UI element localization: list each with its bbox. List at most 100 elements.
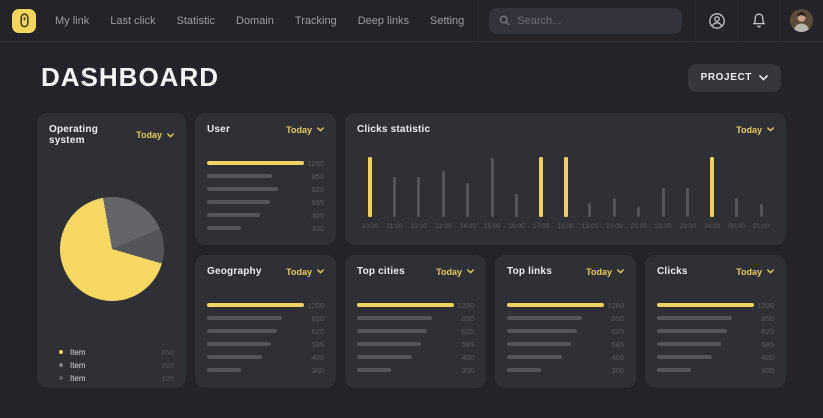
project-dropdown-button[interactable]: PROJECT <box>688 64 781 92</box>
bar <box>357 368 391 372</box>
bar <box>207 329 277 333</box>
bar-row: 850 <box>657 316 774 320</box>
app-logo[interactable] <box>12 9 36 33</box>
bar-row: 1200 <box>207 161 324 165</box>
vbar <box>637 207 640 217</box>
bar-track <box>207 355 304 359</box>
period-dropdown[interactable]: Today <box>586 267 624 277</box>
period-dropdown[interactable]: Today <box>136 130 174 140</box>
bar-track <box>657 368 754 372</box>
chevron-down-icon <box>467 269 474 274</box>
bar-track <box>207 174 304 178</box>
bar-value: 300 <box>454 366 474 375</box>
nav-item-last-click[interactable]: Last click <box>110 15 155 27</box>
period-label: Today <box>436 267 462 277</box>
bar <box>207 187 278 191</box>
time-label: 18:00 <box>554 223 578 230</box>
legend-label: Item <box>70 361 86 370</box>
bar-track <box>657 329 754 333</box>
search-icon <box>499 15 510 26</box>
card-title: Top cities <box>357 266 405 277</box>
time-label: 20:00 <box>602 223 626 230</box>
hbar-chart: 1200850620585400300 <box>357 303 474 372</box>
bar-value: 1200 <box>604 301 624 310</box>
bar <box>207 303 304 307</box>
profile-avatar-button[interactable] <box>780 0 823 42</box>
notifications-button[interactable] <box>738 0 779 42</box>
bar-track <box>507 368 604 372</box>
bar <box>207 200 270 204</box>
bar-row: 1200 <box>207 303 324 307</box>
bar-row: 300 <box>507 368 624 372</box>
bar-value: 300 <box>754 366 774 375</box>
bar <box>507 355 562 359</box>
nav-item-domain[interactable]: Domain <box>236 15 274 27</box>
bar <box>207 368 241 372</box>
vbar-column <box>529 155 553 217</box>
time-label: 24:00 <box>700 223 724 230</box>
vbar <box>760 204 763 217</box>
bar-track <box>357 303 454 307</box>
legend-dot <box>59 363 63 367</box>
bar-row: 620 <box>657 329 774 333</box>
vbar <box>564 157 568 217</box>
nav-item-setting[interactable]: Setting <box>430 15 464 27</box>
vbar-column <box>725 155 749 217</box>
period-dropdown[interactable]: Today <box>286 125 324 135</box>
search-input[interactable] <box>517 15 672 27</box>
vbar-column <box>627 155 651 217</box>
vbar <box>417 177 420 217</box>
bar-row: 300 <box>657 368 774 372</box>
bar <box>507 303 604 307</box>
bar-row: 300 <box>207 368 324 372</box>
bar-track <box>507 329 604 333</box>
legend-value: 205 <box>161 361 174 370</box>
vbar <box>588 203 591 217</box>
bar-row: 620 <box>207 329 324 333</box>
bar-row: 300 <box>357 368 474 372</box>
bar-value: 300 <box>304 366 324 375</box>
bar-value: 585 <box>304 198 324 207</box>
bar <box>207 213 260 217</box>
period-dropdown[interactable]: Today <box>436 267 474 277</box>
hbar-chart: 1200850620585400300 <box>507 303 624 372</box>
bar-track <box>657 355 754 359</box>
bar-value: 850 <box>454 314 474 323</box>
bar-track <box>207 303 304 307</box>
period-dropdown[interactable]: Today <box>736 125 774 135</box>
bar <box>207 342 271 346</box>
time-label: 12:00 <box>407 223 431 230</box>
bar-row: 585 <box>657 342 774 346</box>
nav-item-deep-links[interactable]: Deep links <box>358 15 409 27</box>
time-label: 17:00 <box>529 223 553 230</box>
bar-value: 1200 <box>304 301 324 310</box>
bar-track <box>357 368 454 372</box>
time-label: 00:00 <box>725 223 749 230</box>
time-label: 01:00 <box>749 223 773 230</box>
chevron-down-icon <box>759 75 768 81</box>
period-dropdown[interactable]: Today <box>286 267 324 277</box>
vbar-column <box>407 155 431 217</box>
card-title: Geography <box>207 266 262 277</box>
bar-track <box>357 342 454 346</box>
vbar-column <box>749 155 773 217</box>
period-dropdown[interactable]: Today <box>736 267 774 277</box>
time-label: 15:00 <box>480 223 504 230</box>
nav-item-tracking[interactable]: Tracking <box>295 15 337 27</box>
nav-item-statistic[interactable]: Statistic <box>176 15 215 27</box>
bar <box>657 355 712 359</box>
bar <box>357 303 454 307</box>
bar-row: 400 <box>357 355 474 359</box>
vbar <box>710 157 714 217</box>
bar-value: 585 <box>304 340 324 349</box>
bar-track <box>507 342 604 346</box>
search-box[interactable] <box>489 8 682 34</box>
page-title: DASHBOARD <box>41 62 219 93</box>
bar <box>507 342 571 346</box>
bar-row: 1200 <box>657 303 774 307</box>
bar-track <box>207 342 304 346</box>
nav-item-my-link[interactable]: My link <box>55 15 89 27</box>
user-account-button[interactable] <box>696 0 737 42</box>
bar-track <box>207 187 304 191</box>
bar-row: 585 <box>207 200 324 204</box>
